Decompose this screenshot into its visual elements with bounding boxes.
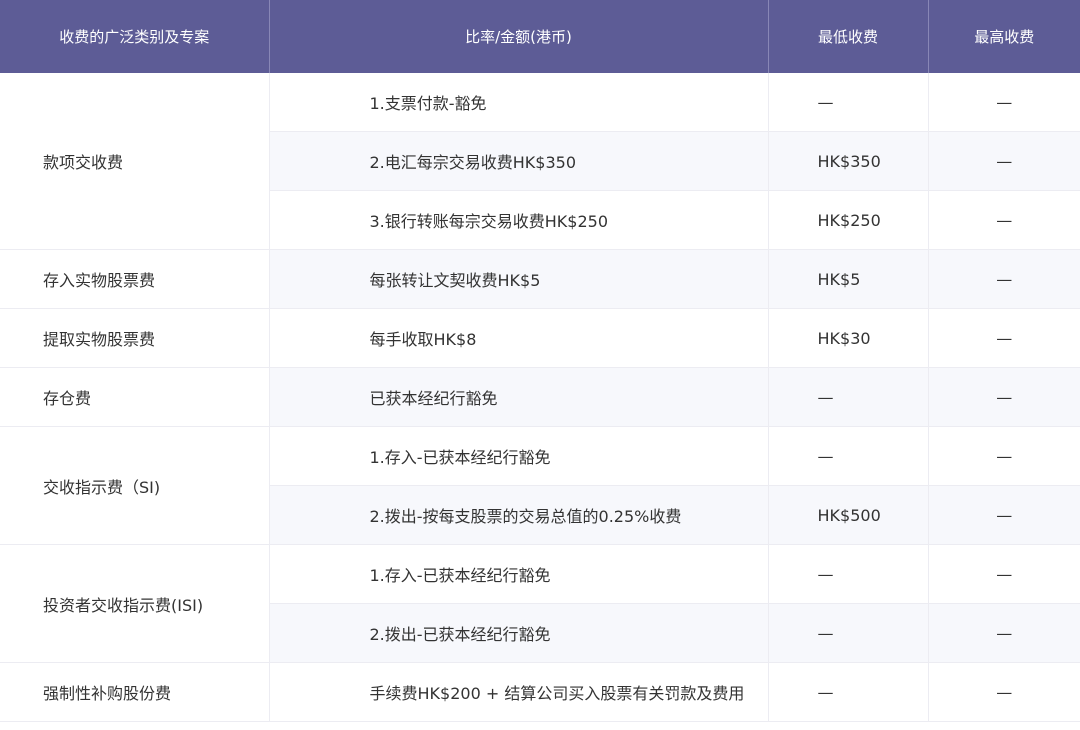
- min-fee-cell: —: [767, 662, 928, 722]
- max-fee-cell: —: [927, 308, 1080, 368]
- table-row: 强制性补购股份费 手续费HK$200 + 结算公司买入股票有关罚款及费用 — —: [0, 662, 1080, 722]
- header-row: 收费的广泛类别及专案 比率/金额(港币) 最低收费 最高收费: [0, 0, 1080, 73]
- category-cell: 存入实物股票费: [0, 249, 269, 309]
- max-fee-cell: —: [927, 367, 1080, 427]
- header-category: 收费的广泛类别及专案: [0, 0, 269, 73]
- max-fee-cell: —: [927, 190, 1080, 250]
- rate-cell: 1.存入-已获本经纪行豁免: [268, 544, 768, 604]
- category-cell: 款项交收费: [0, 73, 269, 250]
- min-fee-cell: —: [767, 603, 928, 663]
- max-fee-cell: —: [927, 426, 1080, 486]
- min-fee-cell: HK$500: [767, 485, 928, 545]
- table-header: 收费的广泛类别及专案 比率/金额(港币) 最低收费 最高收费: [0, 0, 1080, 73]
- category-cell: 存仓费: [0, 367, 269, 427]
- category-cell: 投资者交收指示费(ISI): [0, 544, 269, 663]
- rate-cell: 2.拨出-已获本经纪行豁免: [268, 603, 768, 663]
- header-rate: 比率/金额(港币): [268, 0, 768, 73]
- rate-cell: 1.存入-已获本经纪行豁免: [268, 426, 768, 486]
- rate-cell: 已获本经纪行豁免: [268, 367, 768, 427]
- category-cell: 提取实物股票费: [0, 308, 269, 368]
- min-fee-cell: —: [767, 367, 928, 427]
- table-row: 提取实物股票费 每手收取HK$8 HK$30 —: [0, 308, 1080, 368]
- min-fee-cell: HK$5: [767, 249, 928, 309]
- max-fee-cell: —: [927, 485, 1080, 545]
- rate-cell: 3.银行转账每宗交易收费HK$250: [268, 190, 768, 250]
- min-fee-cell: —: [767, 73, 928, 132]
- rate-cell: 每手收取HK$8: [268, 308, 768, 368]
- max-fee-cell: —: [927, 544, 1080, 604]
- table-row: 交收指示费（SI) 1.存入-已获本经纪行豁免 — —: [0, 426, 1080, 545]
- table-row: 存入实物股票费 每张转让文契收费HK$5 HK$5 —: [0, 249, 1080, 309]
- fee-table: 收费的广泛类别及专案 比率/金额(港币) 最低收费 最高收费 款项交收费 1.支…: [0, 0, 1080, 722]
- min-fee-cell: HK$250: [767, 190, 928, 250]
- rate-cell: 每张转让文契收费HK$5: [268, 249, 768, 309]
- table-body: 款项交收费 1.支票付款-豁免 — — 2.电汇每宗交易收费HK$350 HK$…: [0, 73, 1080, 722]
- max-fee-cell: —: [927, 73, 1080, 132]
- header-max-fee: 最高收费: [927, 0, 1080, 73]
- category-cell: 交收指示费（SI): [0, 426, 269, 545]
- table-row: 投资者交收指示费(ISI) 1.存入-已获本经纪行豁免 — —: [0, 544, 1080, 663]
- min-fee-cell: —: [767, 426, 928, 486]
- category-cell: 强制性补购股份费: [0, 662, 269, 722]
- max-fee-cell: —: [927, 131, 1080, 191]
- table-row: 款项交收费 1.支票付款-豁免 — —: [0, 73, 1080, 250]
- min-fee-cell: HK$30: [767, 308, 928, 368]
- min-fee-cell: HK$350: [767, 131, 928, 191]
- rate-cell: 2.电汇每宗交易收费HK$350: [268, 131, 768, 191]
- max-fee-cell: —: [927, 603, 1080, 663]
- header-min-fee: 最低收费: [767, 0, 928, 73]
- min-fee-cell: —: [767, 544, 928, 604]
- rate-cell: 1.支票付款-豁免: [268, 73, 768, 132]
- table-row: 存仓费 已获本经纪行豁免 — —: [0, 367, 1080, 427]
- max-fee-cell: —: [927, 249, 1080, 309]
- rate-cell: 2.拨出-按每支股票的交易总值的0.25%收费: [268, 485, 768, 545]
- rate-cell: 手续费HK$200 + 结算公司买入股票有关罚款及费用: [268, 662, 768, 722]
- max-fee-cell: —: [927, 662, 1080, 722]
